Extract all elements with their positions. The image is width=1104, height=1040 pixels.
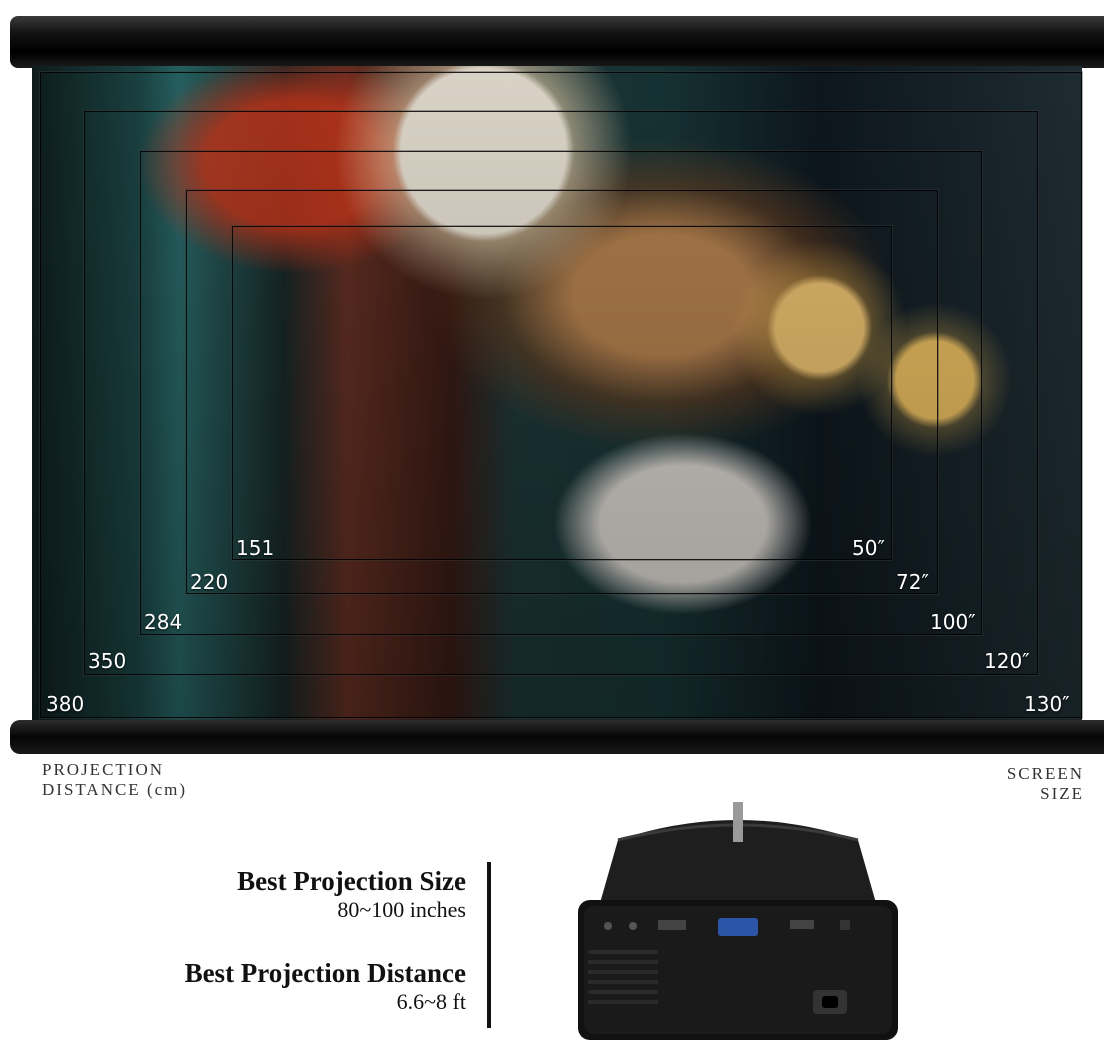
distance-label-220: 220 (190, 570, 229, 594)
best-size-title: Best Projection Size (237, 866, 466, 896)
distance-label-350: 350 (88, 649, 127, 673)
best-distance-title: Best Projection Distance (184, 958, 466, 988)
projection-distance-caption: PROJECTION DISTANCE (cm) (42, 760, 187, 800)
screen-top-roller (10, 16, 1104, 68)
screen-size-caption: SCREEN SIZE (1007, 764, 1084, 804)
projector-icon (578, 802, 898, 1040)
caption-line: SIZE (1040, 784, 1084, 803)
size-label-100: 100″ (930, 610, 976, 634)
caption-line: PROJECTION (42, 760, 165, 779)
frame-50-inch (232, 226, 892, 560)
best-distance-value: 6.6~8 ft (396, 989, 466, 1014)
best-distance-spec: Best Projection Distance 6.6~8 ft (185, 958, 466, 1015)
best-size-spec: Best Projection Size 80~100 inches (237, 866, 466, 923)
caption-line: SCREEN (1006, 764, 1084, 783)
best-size-value: 80~100 inches (337, 897, 466, 922)
size-label-120: 120″ (984, 649, 1030, 673)
distance-label-380: 380 (46, 692, 85, 716)
caption-line: DISTANCE (cm) (42, 780, 188, 799)
spec-divider (487, 862, 491, 1028)
screen-bottom-bar (10, 720, 1104, 754)
distance-label-151: 151 (236, 536, 275, 560)
distance-label-284: 284 (144, 610, 183, 634)
size-label-72: 72″ (896, 570, 929, 594)
size-label-50: 50″ (852, 536, 885, 560)
size-label-130: 130″ (1024, 692, 1070, 716)
